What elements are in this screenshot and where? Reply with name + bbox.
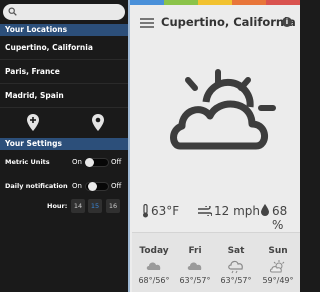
- forecast-strip: Today 68°/56° Fri 63°/57° Sat 63°/57° Su…: [132, 232, 300, 292]
- toggle-knob: [85, 158, 94, 167]
- locations-header: Your Locations: [0, 24, 128, 36]
- cloud-icon: [187, 262, 202, 270]
- settings-header: Your Settings: [0, 138, 128, 150]
- forecast-temps: 63°/57°: [220, 276, 252, 285]
- sun-cloud-icon: [270, 260, 285, 273]
- forecast-day-name: Fri: [188, 246, 202, 256]
- temperature-value: 63°F: [151, 204, 180, 218]
- forecast-day-name: Sat: [227, 246, 245, 256]
- humidity-drop-icon: [261, 204, 269, 216]
- metric-units-off-label: Off: [111, 158, 122, 166]
- add-location-pin-icon[interactable]: [26, 113, 40, 133]
- rain-cloud-icon: [228, 260, 243, 274]
- current-location-pin-icon[interactable]: [91, 113, 105, 133]
- daily-notification-toggle[interactable]: [85, 182, 109, 191]
- forecast-day[interactable]: Sun 59°/49°: [258, 246, 298, 285]
- hour-option[interactable]: 16: [106, 199, 120, 213]
- search-icon: [8, 7, 17, 16]
- cloud-icon: [146, 262, 161, 270]
- info-icon[interactable]: i: [282, 17, 292, 27]
- forecast-day-name: Sun: [268, 246, 288, 256]
- hour-label: Hour:: [47, 202, 68, 210]
- hour-option-selected[interactable]: 15: [88, 199, 102, 213]
- humidity-value: 68 %: [272, 204, 288, 232]
- city-title: Cupertino, California: [161, 15, 296, 29]
- forecast-temps: 63°/57°: [179, 276, 211, 285]
- metric-units-label: Metric Units: [5, 158, 50, 166]
- forecast-day[interactable]: Fri 63°/57°: [175, 246, 215, 285]
- thermometer-icon: [143, 204, 148, 218]
- locations-drawer: Your Locations Cupertino, California Par…: [0, 0, 128, 292]
- daily-notification-on-label: On: [72, 182, 82, 190]
- weather-panel: Cupertino, California i 63°F 12 mph 68 %: [128, 0, 300, 292]
- location-item[interactable]: Cupertino, California: [0, 36, 128, 60]
- partly-cloudy-icon: [170, 69, 276, 150]
- wind-value: 12 mph: [214, 204, 260, 218]
- search-bar[interactable]: [3, 4, 125, 20]
- menu-icon[interactable]: [140, 18, 154, 30]
- metric-units-on-label: On: [72, 158, 82, 166]
- location-actions: [0, 108, 128, 138]
- forecast-day[interactable]: Today 68°/56°: [134, 246, 174, 285]
- location-item[interactable]: Paris, France: [0, 60, 128, 84]
- forecast-temps: 59°/49°: [262, 276, 294, 285]
- wind-icon: [198, 206, 212, 216]
- location-item[interactable]: Madrid, Spain: [0, 84, 128, 108]
- daily-notification-off-label: Off: [111, 182, 122, 190]
- forecast-temps: 68°/56°: [138, 276, 170, 285]
- forecast-day-name: Today: [139, 246, 169, 256]
- forecast-day[interactable]: Sat 63°/57°: [216, 246, 256, 285]
- toggle-knob: [88, 182, 97, 191]
- hour-option[interactable]: 14: [71, 199, 85, 213]
- current-conditions: 63°F 12 mph 68 %: [142, 203, 302, 232]
- metric-units-toggle[interactable]: [85, 158, 109, 167]
- daily-notification-label: Daily notification: [5, 182, 68, 190]
- color-stripe: [130, 0, 300, 5]
